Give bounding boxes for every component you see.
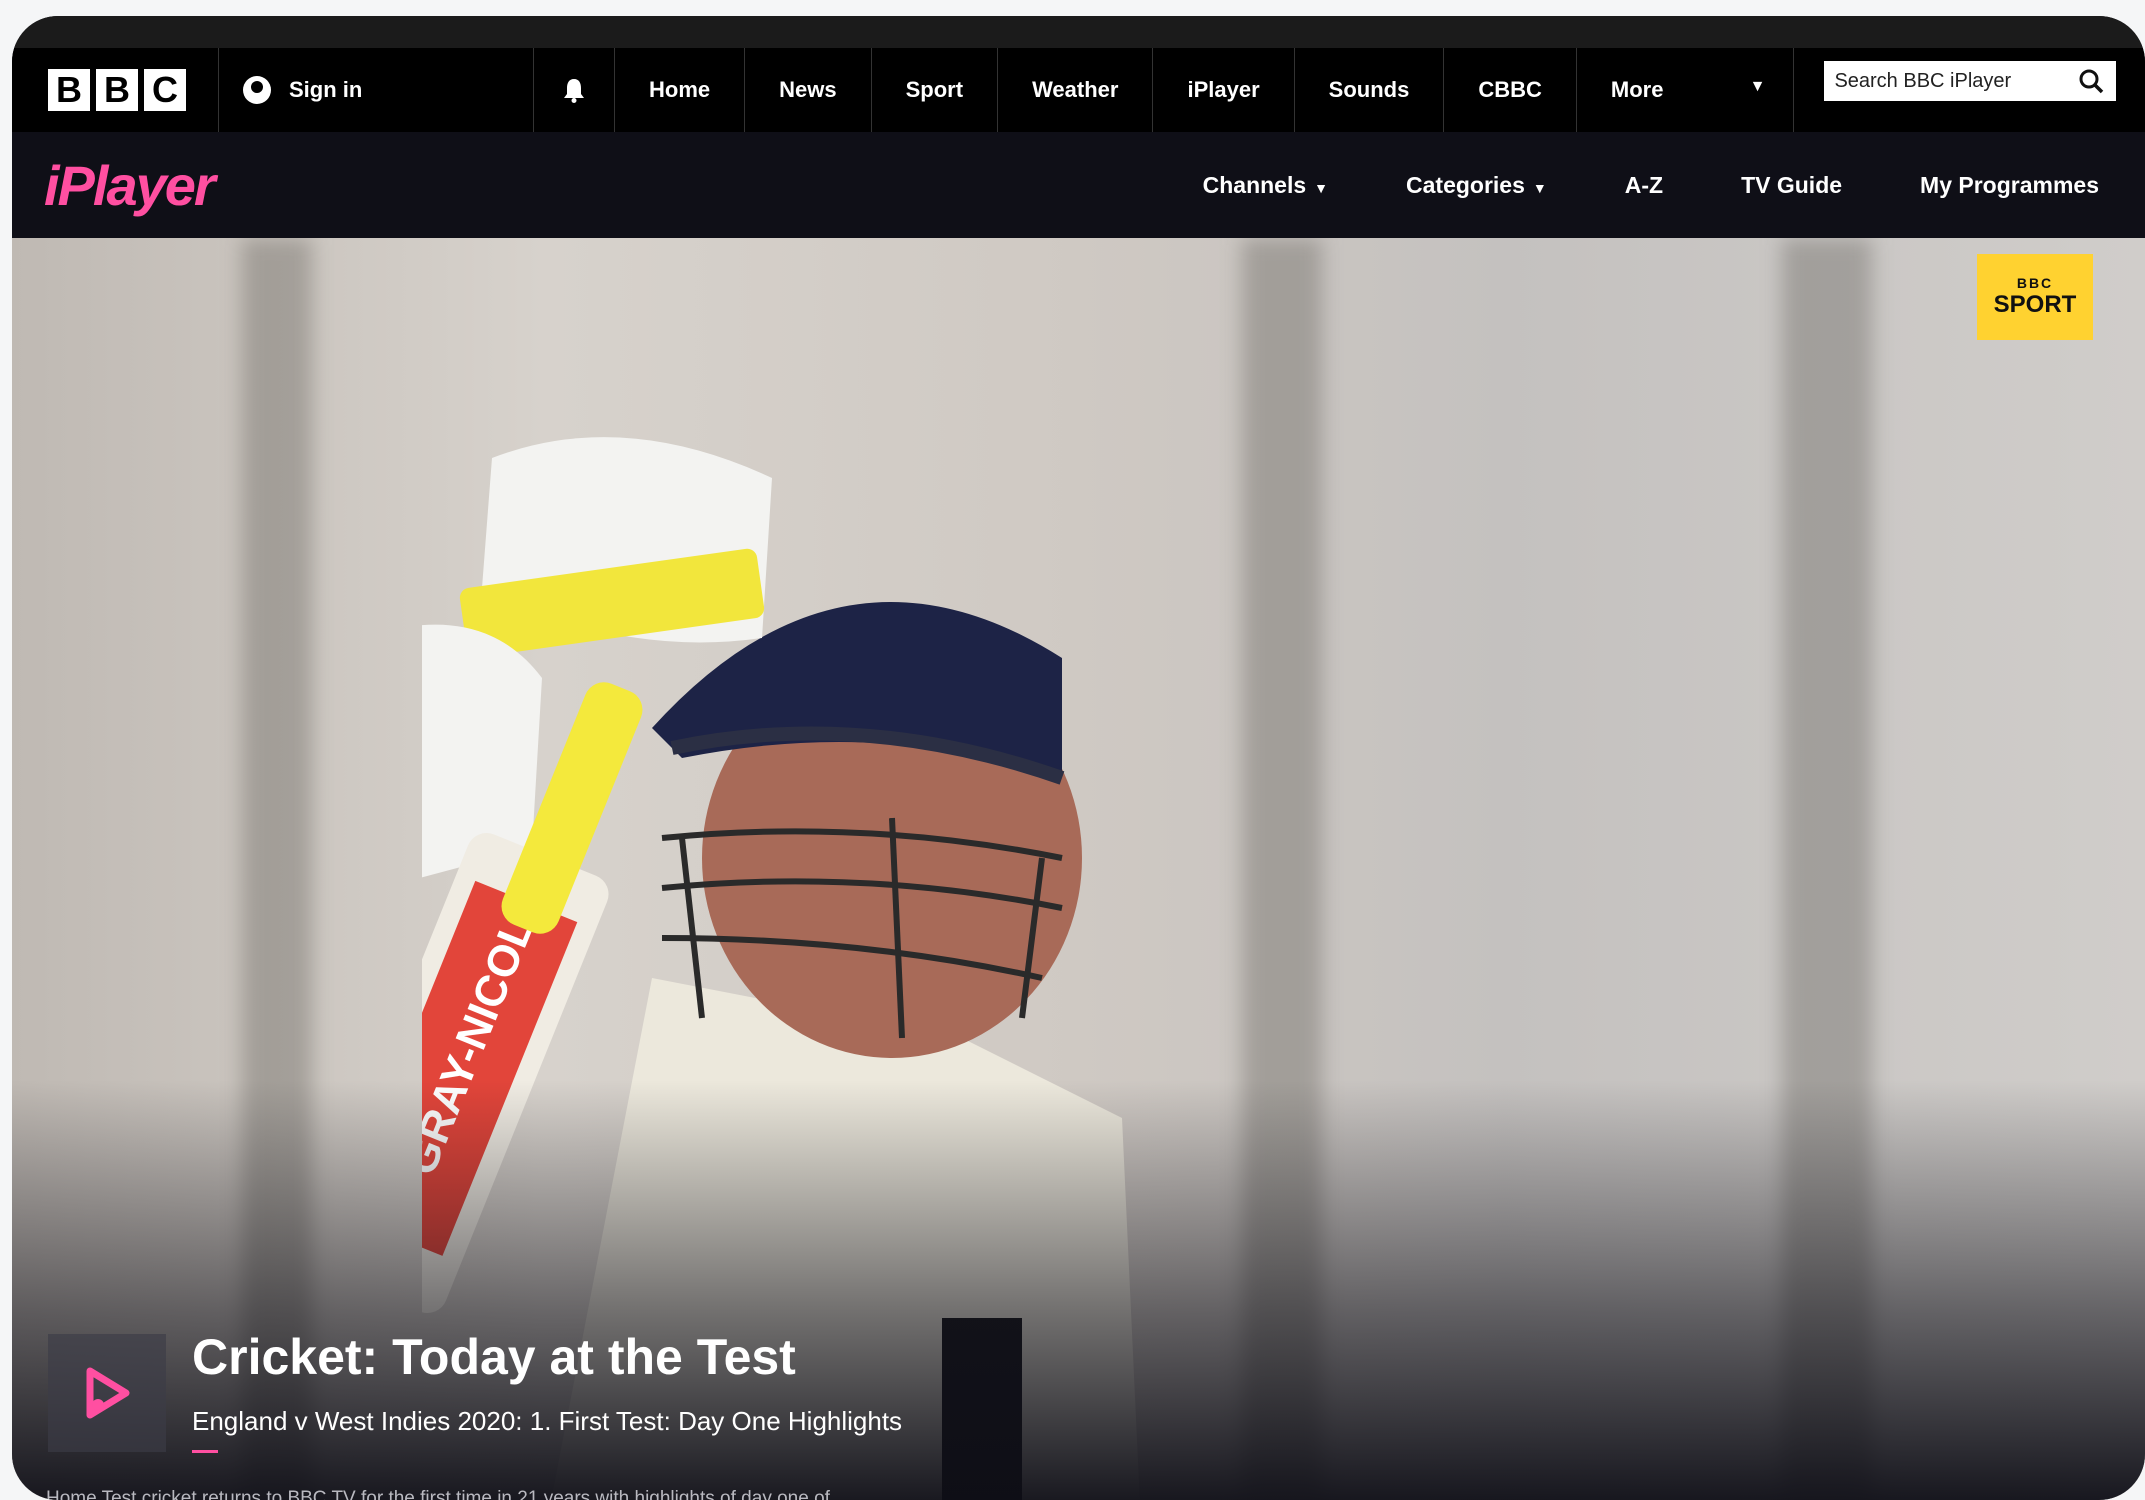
search-input[interactable]: Search BBC iPlayer [1824,61,2117,101]
nav-home[interactable]: Home [615,48,746,132]
nav-cbbc[interactable]: CBBC [1444,48,1577,132]
nav-my-programmes[interactable]: My Programmes [1920,172,2099,199]
search-icon[interactable] [2078,68,2104,94]
notifications-bell-icon[interactable] [534,48,615,132]
badge-sport-label: SPORT [1993,291,2077,318]
nav-sport[interactable]: Sport [872,48,999,132]
nav-more-label: More [1610,77,1664,102]
sign-in-link[interactable]: Sign in [219,48,534,132]
bbc-logo-letter: B [48,69,90,111]
nav-categories-label: Categories [1406,171,1525,198]
chevron-down-icon: ▼ [1314,179,1329,196]
nav-channels-label: Channels [1202,171,1307,198]
title-accent-line [192,1450,218,1453]
hero-gradient [12,1080,2145,1500]
chevron-down-icon: ▼ [1749,78,1766,95]
badge-bbc-label: BBC [2016,275,2054,291]
account-icon [243,76,271,104]
iplayer-menu: Channels ▼ Categories ▼ A-Z TV Guide My Pr… [1125,172,2099,199]
nav-a-z[interactable]: A-Z [1625,172,1663,199]
nav-weather[interactable]: Weather [998,48,1154,132]
sign-in-label: Sign in [289,77,363,102]
iplayer-nav: iPlayer Channels ▼ Categories ▼ A-Z TV Gui… [12,132,2145,238]
play-button[interactable] [48,1334,166,1452]
play-icon [86,1367,130,1419]
programme-title[interactable]: Cricket: Today at the Test [192,1328,796,1386]
bbc-sport-badge: BBC SPORT [1977,254,2093,340]
search-placeholder: Search BBC iPlayer [1834,69,2012,92]
nav-news[interactable]: News [745,48,872,132]
bbc-logo-letter: B [96,69,138,111]
hero-banner[interactable]: GRAY-NICOLLS BBC SPORT Cricket: Today at… [12,238,2145,1500]
bbc-global-nav: B B C Sign in Home News Sport Weather iP… [12,48,2145,133]
nav-tv-guide[interactable]: TV Guide [1741,172,1842,199]
nav-iplayer[interactable]: iPlayer [1153,48,1295,132]
bbc-logo[interactable]: B B C [12,48,219,132]
nav-more[interactable]: More ▼ [1577,48,1795,132]
top-strip [12,16,2145,48]
nav-channels[interactable]: Channels ▼ [1203,172,1328,199]
chevron-down-icon: ▼ [1532,179,1547,196]
browser-viewport: B B C Sign in Home News Sport Weather iP… [12,16,2145,1500]
bbc-logo-letter: C [144,69,186,111]
iplayer-logo[interactable]: iPlayer [44,153,216,218]
programme-description: Home Test cricket returns to BBC TV for … [46,1488,830,1500]
nav-categories[interactable]: Categories ▼ [1406,172,1547,199]
episode-subtitle: England v West Indies 2020: 1. First Tes… [192,1406,903,1436]
nav-sounds[interactable]: Sounds [1295,48,1445,132]
